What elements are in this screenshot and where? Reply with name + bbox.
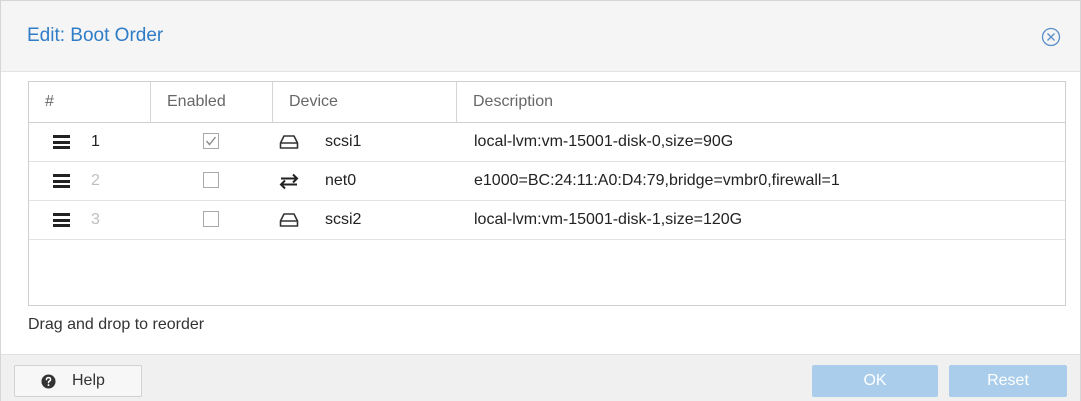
- question-circle-icon: [41, 374, 56, 389]
- table-row[interactable]: 1 scsi1 local-lvm:vm-15001-disk-0,size=9…: [29, 123, 1065, 162]
- table-row[interactable]: 2 net0 e1000=BC:24:11:A0:D4:79,bridge=vm…: [29, 162, 1065, 201]
- enabled-checkbox[interactable]: [203, 172, 219, 188]
- device-description: local-lvm:vm-15001-disk-0,size=90G: [474, 133, 734, 150]
- boot-order-number: 2: [91, 172, 100, 189]
- device-name: scsi1: [325, 133, 362, 150]
- drag-handle-icon[interactable]: [53, 174, 70, 188]
- drag-drop-hint: Drag and drop to reorder: [28, 316, 205, 333]
- drag-handle-icon[interactable]: [53, 213, 70, 227]
- device-description: local-lvm:vm-15001-disk-1,size=120G: [474, 211, 743, 228]
- enabled-checkbox[interactable]: [203, 133, 219, 149]
- help-button-label: Help: [72, 372, 105, 389]
- column-header-device[interactable]: Device: [273, 82, 457, 122]
- boot-order-number: 1: [91, 133, 100, 150]
- device-name: scsi2: [325, 211, 362, 228]
- device-description: e1000=BC:24:11:A0:D4:79,bridge=vmbr0,fir…: [474, 172, 840, 189]
- close-icon[interactable]: [1041, 27, 1061, 47]
- reset-button[interactable]: Reset: [949, 365, 1067, 397]
- disk-icon: [279, 135, 299, 149]
- table-row[interactable]: 3 scsi2 local-lvm:vm-15001-disk-1,size=1…: [29, 201, 1065, 240]
- drag-handle-icon[interactable]: [53, 135, 70, 149]
- disk-icon: [279, 213, 299, 227]
- checkmark-icon: [205, 136, 217, 146]
- column-header-description[interactable]: Description: [457, 82, 1065, 122]
- boot-order-number: 3: [91, 211, 100, 228]
- dialog-titlebar: Edit: Boot Order: [1, 1, 1080, 72]
- boot-order-dialog: Edit: Boot Order # Enabled Device Descri…: [0, 0, 1081, 401]
- device-name: net0: [325, 172, 357, 189]
- network-icon: [279, 173, 299, 190]
- ok-button[interactable]: OK: [812, 365, 938, 397]
- dialog-footer: Help OK Reset: [1, 354, 1080, 401]
- column-header-enabled[interactable]: Enabled: [151, 82, 273, 122]
- enabled-checkbox[interactable]: [203, 211, 219, 227]
- column-header-order[interactable]: #: [29, 82, 151, 122]
- dialog-title: Edit: Boot Order: [27, 25, 164, 46]
- help-button[interactable]: Help: [14, 365, 142, 397]
- boot-order-grid: # Enabled Device Description 1 scsi1 loc…: [28, 81, 1066, 306]
- grid-header: # Enabled Device Description: [29, 82, 1065, 123]
